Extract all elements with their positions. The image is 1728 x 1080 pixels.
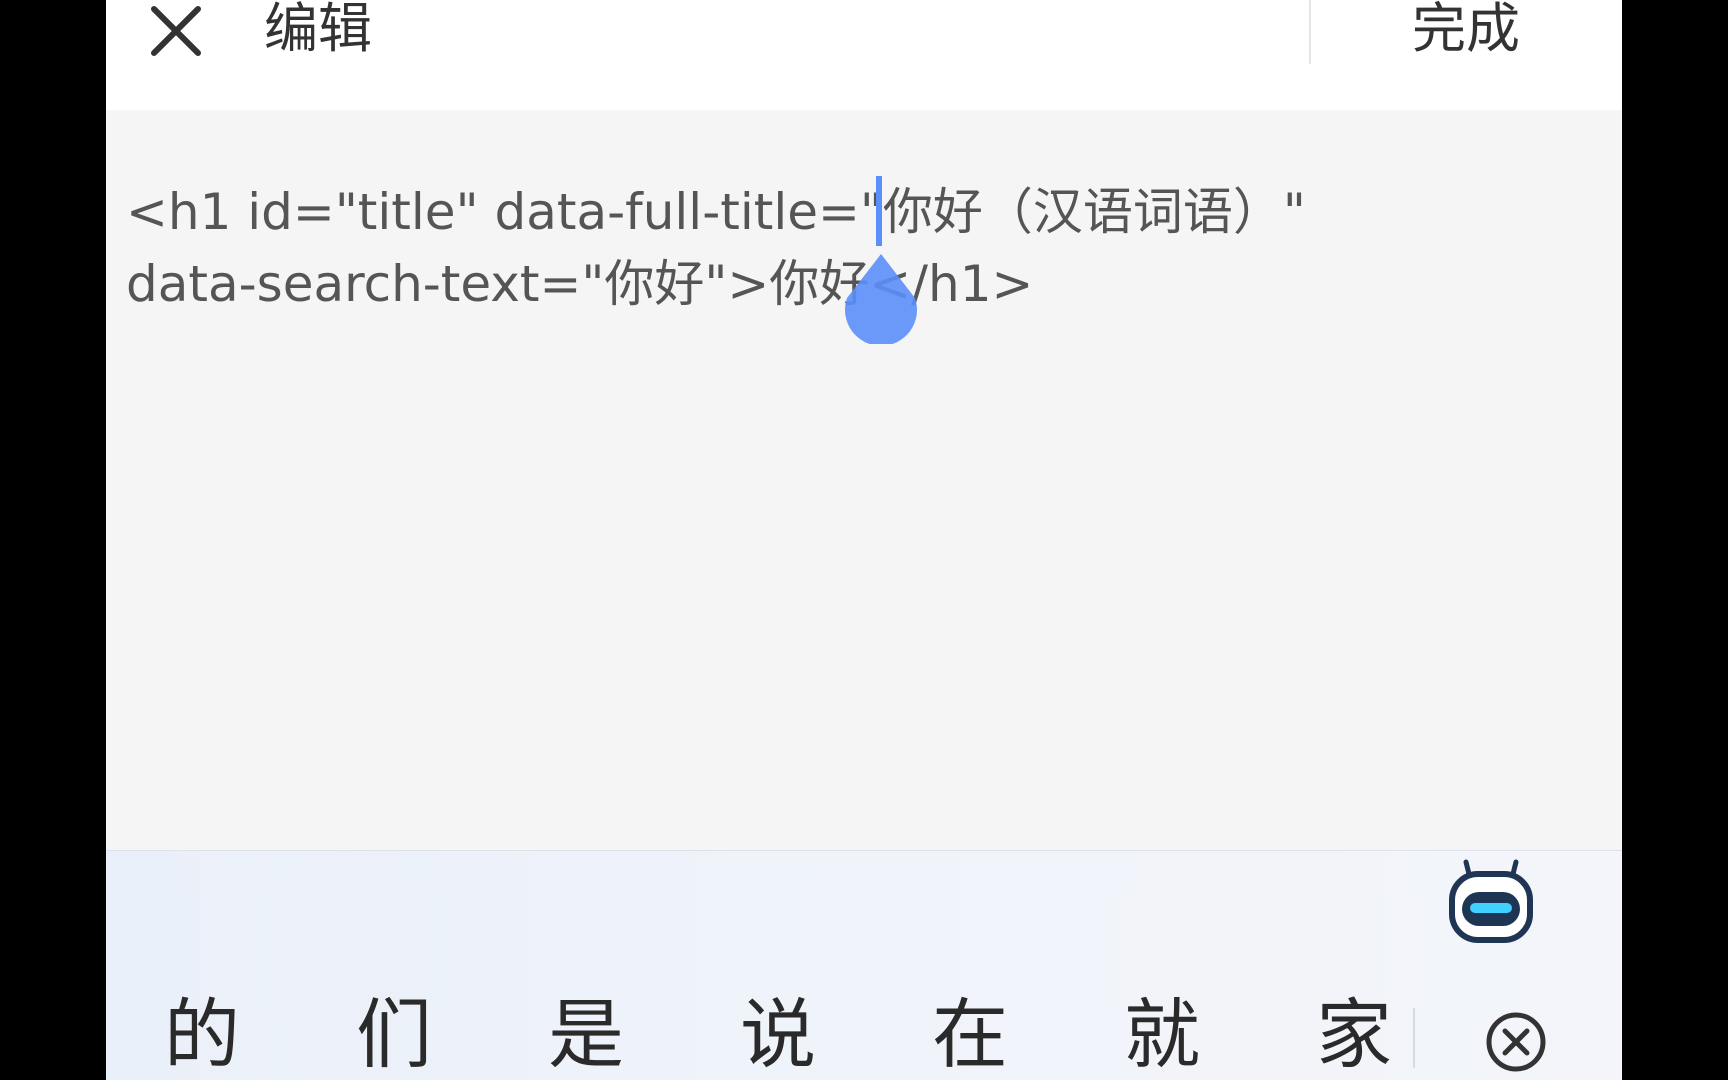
candidate-divider [1413, 1008, 1415, 1068]
candidate-item[interactable]: 就 [1112, 985, 1212, 1080]
close-icon [151, 6, 201, 56]
candidate-item[interactable]: 的 [152, 985, 252, 1080]
candidate-item[interactable]: 家 [1304, 985, 1404, 1080]
text-cursor [876, 176, 882, 246]
editor-line: <h1 id="title" data-full-title="你好（汉语词语）… [126, 183, 1306, 241]
candidate-item[interactable]: 说 [728, 985, 828, 1080]
header-divider [1309, 0, 1311, 64]
cursor-handle-icon[interactable] [842, 254, 920, 344]
page-title: 编辑 [264, 0, 372, 60]
candidate-item[interactable]: 在 [920, 985, 1020, 1080]
candidate-item[interactable]: 是 [536, 985, 636, 1080]
candidate-list: 的 们 是 说 在 就 家 [106, 985, 1406, 1080]
close-button[interactable] [144, 0, 208, 60]
clear-icon[interactable] [1484, 1010, 1548, 1074]
done-button[interactable]: 完成 [1412, 0, 1520, 62]
edit-screen: 编辑 完成 <h1 id="title" data-full-title="你好… [106, 0, 1622, 1080]
top-bar: 编辑 完成 [106, 0, 1622, 110]
robot-assistant-icon[interactable] [1446, 856, 1536, 946]
candidate-item[interactable]: 们 [344, 985, 444, 1080]
